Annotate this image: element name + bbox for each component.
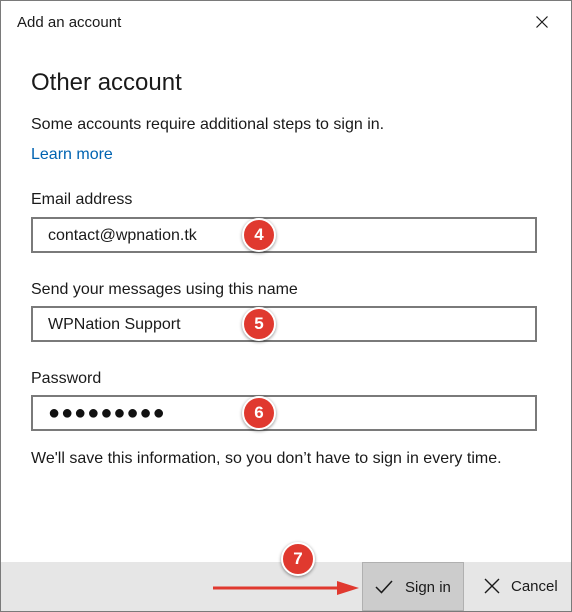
cancel-button[interactable]: Cancel xyxy=(469,562,569,611)
close-icon xyxy=(536,16,548,28)
email-label: Email address xyxy=(31,191,133,208)
title-bar: Add an account xyxy=(1,1,571,43)
step-badge-4: 4 xyxy=(242,218,276,252)
subtext: Some accounts require additional steps t… xyxy=(31,116,385,133)
display-name-value: WPNation Support xyxy=(48,316,181,333)
password-label: Password xyxy=(31,370,102,387)
add-account-dialog: Add an account Other account Some accoun… xyxy=(0,0,572,612)
step-badge-6: 6 xyxy=(242,396,276,430)
checkmark-icon xyxy=(375,580,393,594)
learn-more-link[interactable]: Learn more xyxy=(31,146,113,164)
name-label: Send your messages using this name xyxy=(31,281,298,298)
step-badge-5: 5 xyxy=(242,307,276,341)
step-badge-7: 7 xyxy=(281,542,315,576)
arrow-annotation xyxy=(213,581,359,595)
cancel-label: Cancel xyxy=(511,578,558,595)
sign-in-button[interactable]: Sign in xyxy=(362,562,464,611)
password-mask: ●●●●●●●●● xyxy=(48,402,166,424)
email-value: contact@wpnation.tk xyxy=(48,227,197,244)
password-field[interactable]: ●●●●●●●●● xyxy=(31,395,537,431)
sign-in-label: Sign in xyxy=(405,579,451,596)
info-note: We'll save this information, so you don’… xyxy=(31,450,502,467)
display-name-field[interactable]: WPNation Support xyxy=(31,306,537,342)
page-title: Other account xyxy=(31,69,182,96)
close-button[interactable] xyxy=(521,5,563,39)
close-icon xyxy=(484,578,500,594)
window-title: Add an account xyxy=(17,14,122,31)
email-field[interactable]: contact@wpnation.tk xyxy=(31,217,537,253)
